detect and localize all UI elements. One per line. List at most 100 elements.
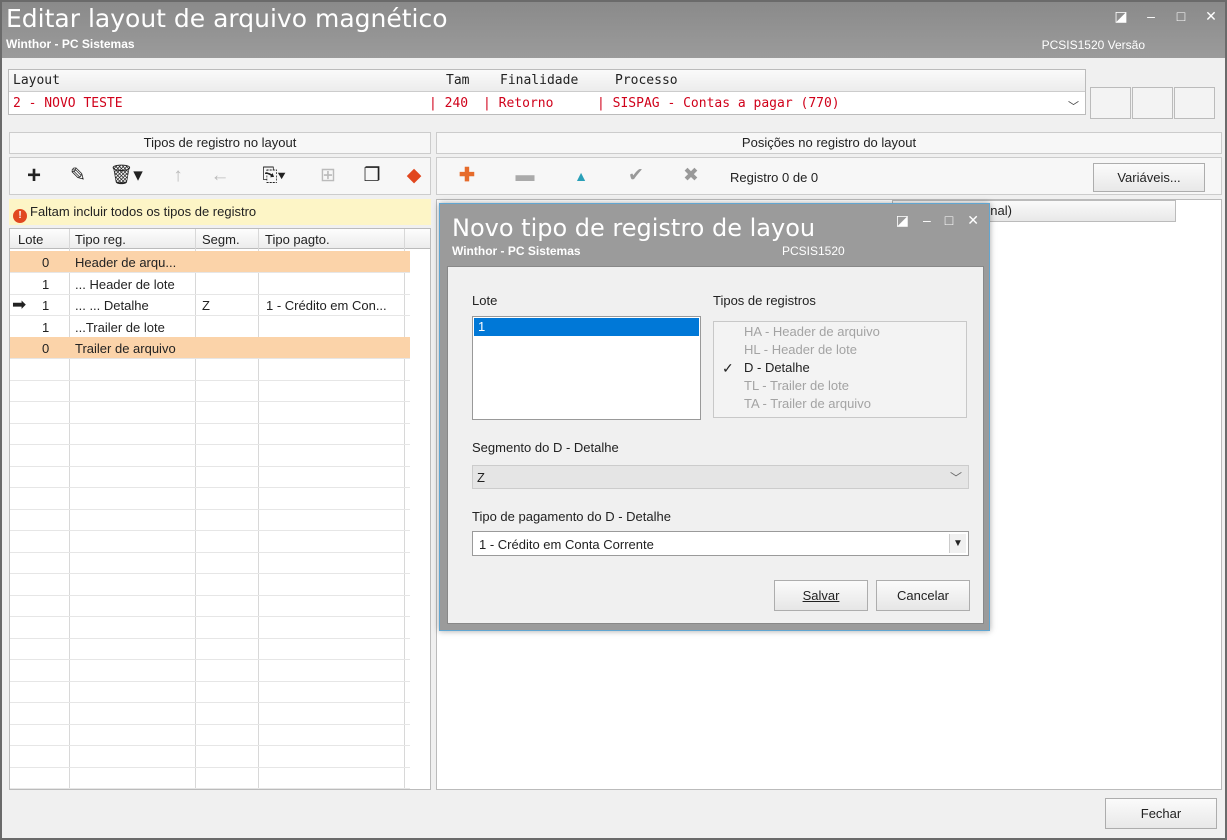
empty-row xyxy=(10,466,410,488)
layout-tool-button-2[interactable] xyxy=(1132,87,1173,119)
empty-row xyxy=(10,789,410,790)
maximize-icon[interactable]: □ xyxy=(1173,8,1189,25)
empty-row xyxy=(10,681,410,703)
empty-row xyxy=(10,724,410,746)
lote-list-item[interactable]: 1 xyxy=(474,318,699,336)
empty-row xyxy=(10,638,410,660)
empty-row xyxy=(10,359,410,381)
empty-row xyxy=(10,445,410,467)
dropdown-arrow-icon[interactable]: ▼ xyxy=(949,534,966,553)
pagto-cell: 1 - Crédito em Con... xyxy=(266,298,387,313)
tipo-registro-item: HA - Header de arquivo xyxy=(744,324,880,339)
window-title: Editar layout de arquivo magnético xyxy=(6,4,448,33)
lote-cell: 0 xyxy=(42,255,50,270)
empty-row xyxy=(10,380,410,402)
registro-counter: Registro 0 de 0 xyxy=(730,170,819,185)
dialog-minimize-icon[interactable]: – xyxy=(923,212,931,229)
finalidade-header: Finalidade xyxy=(500,73,579,88)
layout-tool-button-1[interactable] xyxy=(1090,87,1131,119)
add-icon[interactable]: + xyxy=(22,164,46,188)
layout-header: Layout xyxy=(13,73,60,88)
tipo-cell: Trailer de arquivo xyxy=(75,341,176,356)
table-row[interactable]: 0 Header de arqu... xyxy=(10,251,410,273)
salvar-label: Salvar xyxy=(802,588,840,603)
close-icon[interactable]: ✕ xyxy=(1203,8,1219,25)
tree-icon: ⊞ xyxy=(320,165,336,186)
dialog-maximize-icon[interactable]: □ xyxy=(945,212,953,229)
minimize-icon[interactable]: – xyxy=(1143,8,1159,25)
copy-icon[interactable]: ⎘▾ xyxy=(254,164,294,188)
empty-row xyxy=(10,402,410,424)
pagamento-select[interactable]: 1 - Crédito em Conta Corrente ▼ xyxy=(472,531,969,556)
empty-row xyxy=(10,617,410,639)
duplicate-icon[interactable]: ❐ xyxy=(360,164,384,188)
tipo-registro-item: TA - Trailer de arquivo xyxy=(744,396,871,411)
warning-bar: ! Faltam incluir todos os tipos de regist… xyxy=(9,199,431,225)
segm-column-header[interactable]: Segm. xyxy=(202,232,240,247)
empty-row xyxy=(10,595,410,617)
fechar-button[interactable]: Fechar xyxy=(1105,798,1217,829)
check-icon: ✓ xyxy=(722,360,734,376)
tipos-list: HA - Header de arquivo HL - Header de lot… xyxy=(713,321,967,418)
new-register-dialog: Novo tipo de registro de layou Winthor -… xyxy=(439,203,990,631)
processo-header: Processo xyxy=(615,73,678,88)
right-panel-title: Posições no registro do layout xyxy=(436,132,1222,154)
add-position-icon[interactable]: ✚ xyxy=(455,164,479,188)
warning-icon: ! xyxy=(13,209,27,223)
main-window: Editar layout de arquivo magnético Winth… xyxy=(0,0,1227,840)
tipo-cell: ... Header de lote xyxy=(75,276,175,292)
tipo-cell: ...Trailer de lote xyxy=(75,319,165,335)
dialog-close-icon[interactable]: ✕ xyxy=(967,212,979,229)
salvar-button[interactable]: Salvar xyxy=(774,580,868,611)
pagto-column-header[interactable]: Tipo pagto. xyxy=(265,232,330,247)
register-types-grid[interactable]: Lote Tipo reg. Segm. Tipo pagto. 0 Header… xyxy=(9,228,431,790)
remove-position-icon[interactable]: ▬ xyxy=(513,164,537,188)
empty-row xyxy=(10,423,410,445)
empty-row xyxy=(10,767,410,789)
lote-cell: 0 xyxy=(42,341,50,356)
move-up-icon: ↑ xyxy=(173,165,183,186)
table-row[interactable]: 1 ...Trailer de lote xyxy=(10,316,410,338)
layout-value: 2 - NOVO TESTE xyxy=(13,96,123,111)
segmento-select: Z ﹀ xyxy=(472,465,969,489)
tam-header: Tam xyxy=(446,73,470,88)
tipos-label: Tipos de registros xyxy=(713,293,816,308)
layout-tool-button-3[interactable] xyxy=(1174,87,1215,119)
layout-selector[interactable]: Layout Tam Finalidade Processo 2 - NOVO … xyxy=(8,69,1086,115)
tipo-cell: Header de arqu... xyxy=(75,255,177,270)
dialog-title: Novo tipo de registro de layou xyxy=(452,214,816,242)
chevron-down-icon: ﹀ xyxy=(949,471,962,485)
left-panel-title: Tipos de registro no layout xyxy=(9,132,431,154)
pagamento-value: 1 - Crédito em Conta Corrente xyxy=(479,537,654,552)
alert-icon[interactable]: ◆ xyxy=(402,164,426,188)
current-row-arrow-icon: ➡ xyxy=(12,295,27,314)
delete-icon[interactable]: 🗑▾ xyxy=(106,164,146,188)
restore-icon[interactable]: ◪ xyxy=(1113,8,1129,25)
move-up-position-icon[interactable]: ▲ xyxy=(569,164,593,188)
table-row[interactable]: 0 Trailer de arquivo xyxy=(10,337,410,359)
variaveis-button[interactable]: Variáveis... xyxy=(1093,163,1205,192)
segmento-value: Z xyxy=(477,470,485,485)
lote-cell: 1 xyxy=(42,319,50,335)
table-row[interactable]: 1 ... ... Detalhe Z 1 - Crédito em Con... ➡ xyxy=(10,294,410,316)
cancel-icon[interactable]: ✖ xyxy=(679,164,703,188)
empty-row xyxy=(10,552,410,574)
cancelar-button[interactable]: Cancelar xyxy=(876,580,970,611)
edit-icon[interactable]: ✎ xyxy=(66,164,90,188)
move-left-icon: ← xyxy=(210,165,230,186)
tipo-cell: ... ... Detalhe xyxy=(75,298,149,313)
dialog-restore-icon[interactable]: ◪ xyxy=(896,212,909,229)
lote-listbox[interactable]: 1 xyxy=(472,316,701,420)
lote-cell: 1 xyxy=(42,298,50,313)
finalidade-value: | Retorno xyxy=(483,96,554,111)
tipo-column-header[interactable]: Tipo reg. xyxy=(75,232,126,247)
table-row[interactable]: 1 ... Header de lote xyxy=(10,273,410,295)
lote-column-header[interactable]: Lote xyxy=(18,232,43,247)
dialog-code: PCSIS1520 xyxy=(782,244,845,258)
confirm-icon[interactable]: ✔ xyxy=(624,164,648,188)
chevron-down-icon[interactable]: ﹀ xyxy=(1068,98,1079,114)
tipo-registro-item[interactable]: D - Detalhe xyxy=(744,360,810,375)
processo-value: | SISPAG - Contas a pagar (770) xyxy=(597,96,840,111)
window-subtitle: Winthor - PC Sistemas xyxy=(6,37,135,51)
tam-value: | 240 xyxy=(429,96,469,111)
